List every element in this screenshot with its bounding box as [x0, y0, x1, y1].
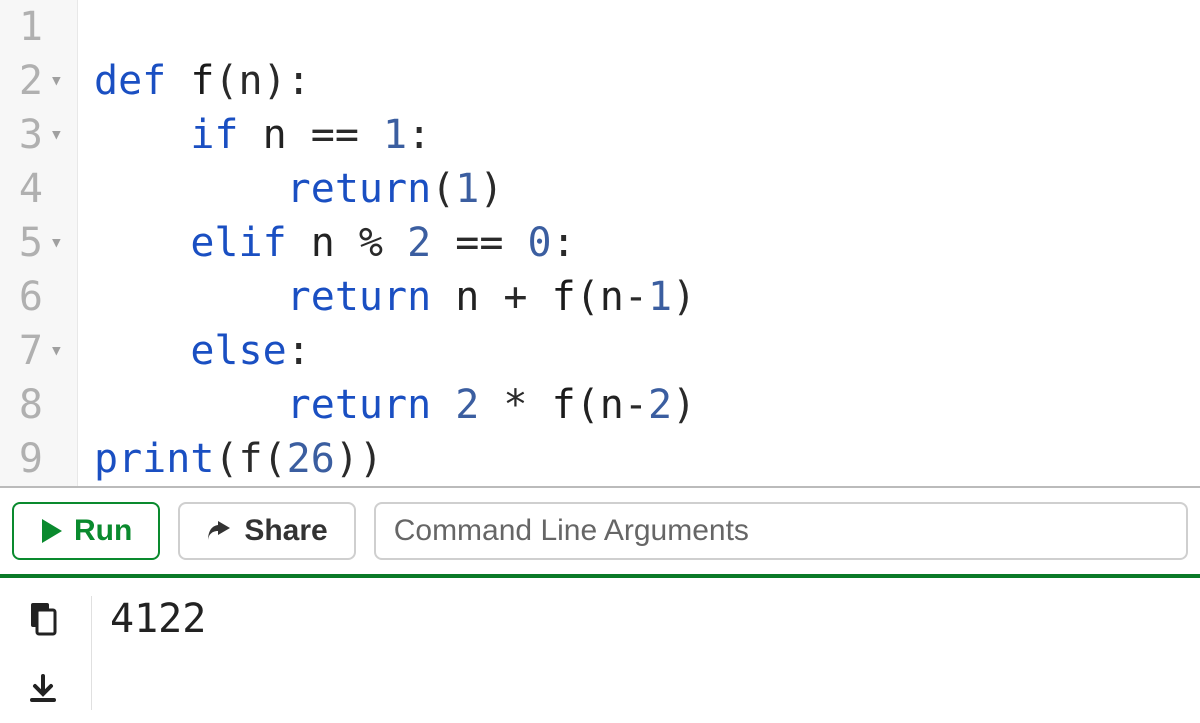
line-number: 9	[0, 432, 63, 486]
run-label: Run	[74, 514, 132, 548]
fold-toggle-icon[interactable]: ▾	[49, 54, 63, 108]
fold-toggle-icon[interactable]: ▾	[49, 108, 63, 162]
line-number: 3▾	[0, 108, 63, 162]
line-number: 7▾	[0, 324, 63, 378]
line-number: 4	[0, 162, 63, 216]
output-panel: 4122	[0, 578, 1200, 710]
share-label: Share	[244, 514, 327, 548]
code-line[interactable]	[94, 0, 1200, 54]
code-line[interactable]: elif n % 2 == 0:	[94, 216, 1200, 270]
code-content[interactable]: def f(n): if n == 1: return(1) elif n % …	[78, 0, 1200, 486]
download-icon[interactable]	[28, 674, 64, 710]
line-number: 2▾	[0, 54, 63, 108]
command-line-args-input[interactable]	[374, 502, 1188, 560]
code-line[interactable]: if n == 1:	[94, 108, 1200, 162]
copy-icon[interactable]	[28, 602, 64, 638]
fold-toggle-icon[interactable]: ▾	[49, 324, 63, 378]
line-number-gutter: 12▾3▾45▾67▾89	[0, 0, 78, 486]
line-number: 6	[0, 270, 63, 324]
code-line[interactable]: return(1)	[94, 162, 1200, 216]
output-text: 4122	[92, 596, 206, 642]
share-button[interactable]: Share	[178, 502, 355, 560]
line-number: 1	[0, 0, 63, 54]
line-number: 5▾	[0, 216, 63, 270]
code-line[interactable]: else:	[94, 324, 1200, 378]
code-line[interactable]: def f(n):	[94, 54, 1200, 108]
code-line[interactable]: return 2 * f(n-2)	[94, 378, 1200, 432]
fold-toggle-icon[interactable]: ▾	[49, 216, 63, 270]
share-icon	[206, 518, 234, 544]
code-line[interactable]: return n + f(n-1)	[94, 270, 1200, 324]
code-line[interactable]: print(f(26))	[94, 432, 1200, 486]
ide-root: 12▾3▾45▾67▾89 def f(n): if n == 1: retur…	[0, 0, 1200, 710]
run-button[interactable]: Run	[12, 502, 160, 560]
play-icon	[40, 518, 64, 544]
line-number: 8	[0, 378, 63, 432]
code-editor[interactable]: 12▾3▾45▾67▾89 def f(n): if n == 1: retur…	[0, 0, 1200, 488]
output-gutter	[0, 596, 92, 710]
toolbar: Run Share	[0, 488, 1200, 578]
